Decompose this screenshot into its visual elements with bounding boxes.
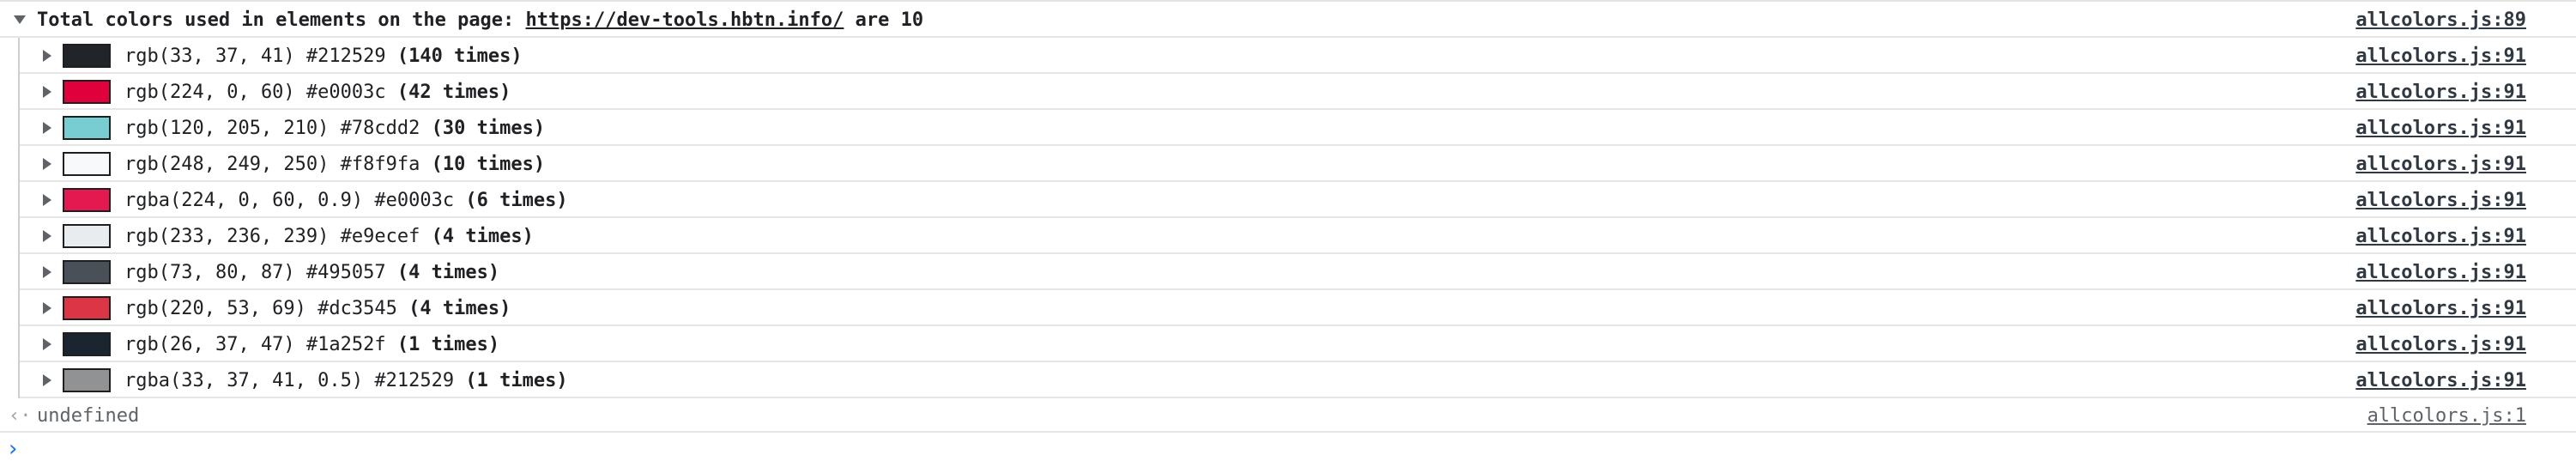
color-value: rgba(224, 0, 60, 0.9) #e0003c (6 times) <box>124 190 568 211</box>
source-link[interactable]: allcolors.js:91 <box>2355 226 2526 247</box>
color-entry-row[interactable]: rgb(73, 80, 87) #495057 (4 times) allcolo… <box>20 254 2576 290</box>
color-count: (6 times) <box>465 190 568 211</box>
result-arrow-icon: ‹· <box>9 405 32 427</box>
color-swatch <box>63 116 111 140</box>
color-entry-row[interactable]: rgb(224, 0, 60) #e0003c (42 times) allcol… <box>20 74 2576 110</box>
color-entry-row[interactable]: rgb(248, 249, 250) #f8f9fa (10 times) all… <box>20 146 2576 182</box>
caret-right-icon[interactable] <box>43 50 51 62</box>
color-value: rgb(220, 53, 69) #dc3545 (4 times) <box>124 298 511 319</box>
color-value: rgb(233, 236, 239) #e9ecef (4 times) <box>124 226 534 247</box>
source-link[interactable]: allcolors.js:91 <box>2355 82 2526 103</box>
caret-right-icon[interactable] <box>43 158 51 170</box>
color-count: (140 times) <box>396 45 523 67</box>
color-code: rgb(73, 80, 87) #495057 <box>124 262 386 283</box>
color-value: rgb(33, 37, 41) #212529 (140 times) <box>124 45 523 67</box>
color-swatch <box>63 368 111 392</box>
color-swatch <box>63 80 111 104</box>
color-code: rgb(224, 0, 60) #e0003c <box>124 82 386 103</box>
group-label: Total colors used in elements on the pag… <box>37 9 924 31</box>
color-swatch <box>63 224 111 248</box>
caret-right-icon[interactable] <box>43 86 51 98</box>
color-swatch <box>63 152 111 176</box>
source-link[interactable]: allcolors.js:91 <box>2355 118 2526 139</box>
color-count: (42 times) <box>396 82 511 103</box>
source-link[interactable]: allcolors.js:91 <box>2355 298 2526 319</box>
color-count: (10 times) <box>431 154 546 175</box>
color-count: (4 times) <box>396 262 500 283</box>
color-value: rgb(73, 80, 87) #495057 (4 times) <box>124 262 499 283</box>
result-value: undefined <box>37 405 140 427</box>
color-entry-row[interactable]: rgb(26, 37, 47) #1a252f (1 times) allcolo… <box>20 326 2576 362</box>
color-code: rgb(33, 37, 41) #212529 <box>124 45 386 67</box>
caret-right-icon[interactable] <box>43 122 51 134</box>
color-count: (1 times) <box>465 370 568 391</box>
color-entry-row[interactable]: rgba(33, 37, 41, 0.5) #212529 (1 times) a… <box>20 362 2576 398</box>
color-swatch <box>63 332 111 356</box>
source-link[interactable]: allcolors.js:91 <box>2355 45 2526 67</box>
color-swatch <box>63 296 111 320</box>
color-count: (30 times) <box>431 118 546 139</box>
color-code: rgb(248, 249, 250) #f8f9fa <box>124 154 420 175</box>
color-value: rgb(120, 205, 210) #78cdd2 (30 times) <box>124 118 545 139</box>
color-code: rgb(120, 205, 210) #78cdd2 <box>124 118 420 139</box>
color-swatch <box>63 188 111 212</box>
console-group-header[interactable]: Total colors used in elements on the pag… <box>0 2 2576 38</box>
color-code: rgb(220, 53, 69) #dc3545 <box>124 298 397 319</box>
color-code: rgb(233, 236, 239) #e9ecef <box>124 226 420 247</box>
color-swatch <box>63 44 111 68</box>
source-link[interactable]: allcolors.js:91 <box>2355 154 2526 175</box>
color-value: rgb(224, 0, 60) #e0003c (42 times) <box>124 82 511 103</box>
page-url-link[interactable]: https://dev-tools.hbtn.info/ <box>526 9 844 31</box>
color-entry-row[interactable]: rgba(224, 0, 60, 0.9) #e0003c (6 times) a… <box>20 182 2576 218</box>
caret-right-icon[interactable] <box>43 230 51 242</box>
color-entry-row[interactable]: rgb(120, 205, 210) #78cdd2 (30 times) all… <box>20 110 2576 146</box>
caret-right-icon[interactable] <box>43 374 51 386</box>
source-link[interactable]: allcolors.js:91 <box>2355 370 2526 391</box>
color-code: rgba(224, 0, 60, 0.9) #e0003c <box>124 190 455 211</box>
color-code: rgb(26, 37, 47) #1a252f <box>124 334 386 355</box>
color-entry-row[interactable]: rgb(33, 37, 41) #212529 (140 times) allco… <box>20 38 2576 74</box>
color-count: (1 times) <box>396 334 500 355</box>
caret-right-icon[interactable] <box>43 302 51 314</box>
caret-right-icon[interactable] <box>43 194 51 206</box>
color-entry-row[interactable]: rgb(233, 236, 239) #e9ecef (4 times) allc… <box>20 218 2576 254</box>
source-link[interactable]: allcolors.js:89 <box>2355 9 2526 31</box>
color-value: rgb(26, 37, 47) #1a252f (1 times) <box>124 334 499 355</box>
color-count: (4 times) <box>408 298 511 319</box>
color-count: (4 times) <box>431 226 534 247</box>
caret-right-icon[interactable] <box>43 338 51 350</box>
console-prompt[interactable]: › <box>0 433 2576 467</box>
color-value: rgba(33, 37, 41, 0.5) #212529 (1 times) <box>124 370 568 391</box>
caret-down-icon[interactable] <box>14 15 26 24</box>
color-value: rgb(248, 249, 250) #f8f9fa (10 times) <box>124 154 545 175</box>
prompt-chevron-icon: › <box>9 436 18 462</box>
caret-right-icon[interactable] <box>43 266 51 278</box>
source-link[interactable]: allcolors.js:91 <box>2355 190 2526 211</box>
console-panel: Total colors used in elements on the pag… <box>0 0 2576 462</box>
color-swatch <box>63 260 111 284</box>
source-link[interactable]: allcolors.js:1 <box>2367 405 2526 427</box>
source-link[interactable]: allcolors.js:91 <box>2355 334 2526 355</box>
source-link[interactable]: allcolors.js:91 <box>2355 262 2526 283</box>
color-entry-row[interactable]: rgb(220, 53, 69) #dc3545 (4 times) allcol… <box>20 290 2576 326</box>
color-code: rgba(33, 37, 41, 0.5) #212529 <box>124 370 455 391</box>
console-result-row: ‹· undefined allcolors.js:1 <box>0 398 2576 433</box>
console-group-body: rgb(33, 37, 41) #212529 (140 times) allco… <box>18 38 2576 398</box>
